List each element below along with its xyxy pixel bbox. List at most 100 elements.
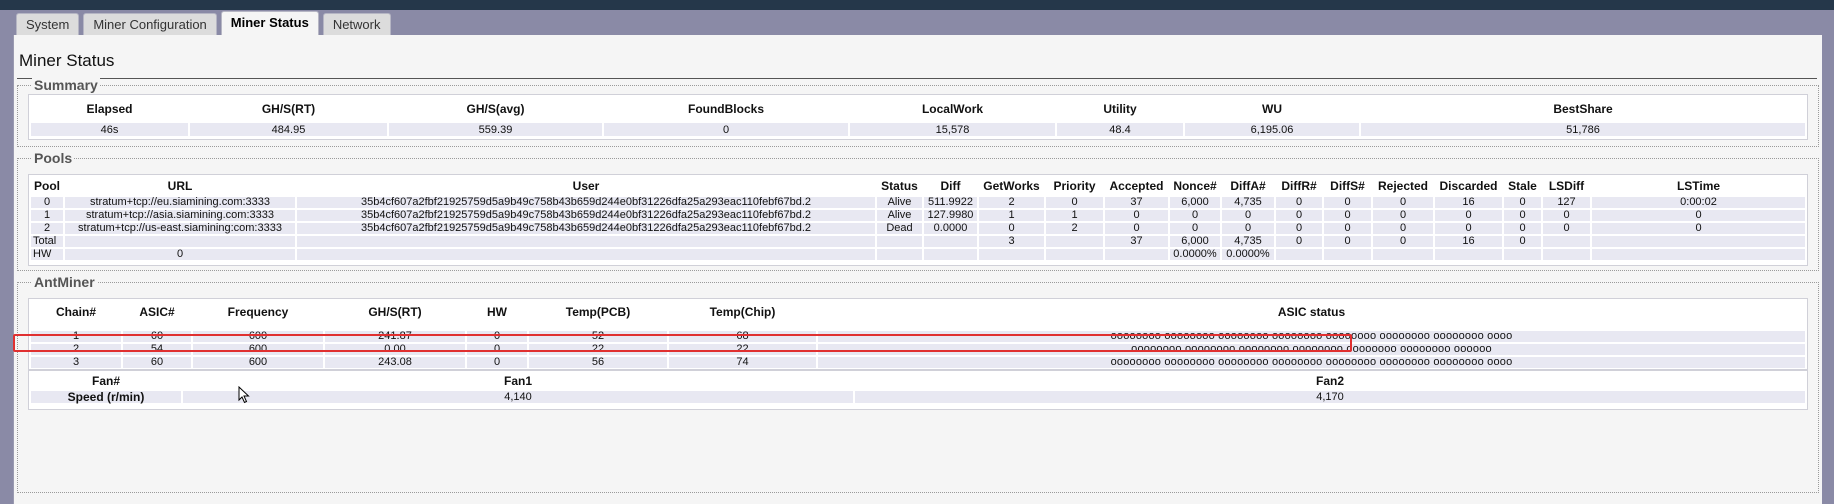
summary-table: Elapsed GH/S(RT) GH/S(avg) FoundBlocks L… — [29, 95, 1807, 138]
antminer-table-box: Chain# ASIC# Frequency GH/S(RT) HW Temp(PCB) T… — [13, 298, 1808, 370]
fan-header: Fan1 — [503, 374, 532, 388]
chain-cell: 600 — [193, 331, 323, 342]
chain-cell: 241.87 — [325, 331, 465, 342]
summary-value: 15,578 — [850, 123, 1055, 136]
pool-cell: 0 — [1170, 223, 1220, 234]
pool-cell: 0 — [1435, 210, 1502, 221]
pool-cell — [1543, 236, 1590, 247]
mouse-cursor-icon — [238, 386, 250, 404]
pool-cell — [297, 249, 875, 260]
pool-cell: 0 — [1105, 210, 1168, 221]
chain-cell: 52 — [529, 331, 667, 342]
pools-header: User — [572, 179, 600, 193]
pool-cell: 0 — [1324, 210, 1371, 221]
pool-cell: 0 — [1276, 223, 1322, 234]
pools-header: Accepted — [1109, 179, 1164, 193]
pool-cell — [1046, 236, 1103, 247]
summary-value: 48.4 — [1057, 123, 1183, 136]
pools-header: Nonce# — [1173, 179, 1217, 193]
pool-cell: 0 — [1373, 223, 1433, 234]
pool-cell: 3 — [979, 236, 1044, 247]
summary-header: Elapsed — [86, 102, 133, 116]
pool-cell: 37 — [1105, 236, 1168, 247]
pool-cell — [1592, 249, 1805, 260]
pool-cell: 0 — [1170, 210, 1220, 221]
pools-header: Priority — [1053, 179, 1096, 193]
pool-cell — [924, 236, 977, 247]
pool-cell — [1046, 249, 1103, 260]
asic-status-cell: oooooooo oooooooo oooooooo oooooooo oooo… — [818, 357, 1805, 368]
antminer-legend: AntMiner — [32, 274, 97, 290]
pool-row: Total 3 37 6,000 4,735 0 0 0 16 0 — [31, 236, 1805, 247]
chain-cell: 22 — [529, 344, 667, 355]
chain-cell: 2 — [31, 344, 121, 355]
pool-cell: 511.9922 — [924, 197, 977, 208]
tab-miner-status[interactable]: Miner Status — [220, 11, 319, 35]
asic-status-cell: oooooooo oooooooo oooooooo oooooooo oooo… — [818, 331, 1805, 342]
pool-cell: 0 — [1276, 210, 1322, 221]
tab-miner-configuration[interactable]: Miner Configuration — [83, 13, 217, 35]
antminer-header: HW — [487, 305, 507, 319]
pool-row: 1 stratum+tcp://asia.siamining.com:3333 35… — [31, 210, 1805, 221]
antminer-section: AntMiner Chain# ASIC# Frequency GH/S(RT) HW T… — [13, 274, 1819, 493]
pool-cell: 0 — [1435, 223, 1502, 234]
chain-cell: 68 — [669, 331, 816, 342]
content-panel: Miner Status Summary Elapsed GH/S(RT) GH… — [13, 35, 1822, 504]
pool-cell: 0 — [1592, 223, 1805, 234]
antminer-header: GH/S(RT) — [368, 305, 422, 319]
pool-cell: 4,735 — [1222, 197, 1274, 208]
pool-cell: 0 — [1592, 210, 1805, 221]
chain-cell: 0 — [467, 357, 527, 368]
pools-table: Pool URL User Status Diff GetWorks Priority Acc… — [29, 175, 1807, 262]
pool-cell: 0 — [1504, 197, 1541, 208]
pool-cell: 0 — [1324, 197, 1371, 208]
antminer-header: Frequency — [227, 305, 289, 319]
summary-header: GH/S(avg) — [466, 102, 525, 116]
pool-cell: 0 — [1222, 223, 1274, 234]
pools-header: DiffS# — [1330, 179, 1365, 193]
chain-cell: 54 — [123, 344, 191, 355]
pools-header: Stale — [1508, 179, 1537, 193]
summary-value: 559.39 — [389, 123, 602, 136]
fan-header-row: Fan# Fan1 Fan2 — [31, 373, 1805, 389]
pool-cell — [1592, 236, 1805, 247]
pools-header: DiffR# — [1281, 179, 1317, 193]
tab-system[interactable]: System — [16, 13, 80, 35]
pool-cell: 35b4cf607a2fbf21925759d5a9b49c758b43b659… — [297, 223, 875, 234]
summary-value: 0 — [604, 123, 848, 136]
pools-header: DiffA# — [1230, 179, 1266, 193]
pool-cell: stratum+tcp://us-east.siamining:com:3333 — [65, 223, 295, 234]
pool-cell: 1 — [31, 210, 63, 221]
antminer-header: Temp(Chip) — [709, 305, 776, 319]
antminer-spacer-row — [31, 325, 1805, 329]
summary-value: 46s — [31, 123, 188, 136]
pool-cell: 0 — [1222, 210, 1274, 221]
pool-cell — [877, 249, 922, 260]
pools-header: URL — [167, 179, 193, 193]
summary-value-row: 46s 484.95 559.39 0 15,578 48.4 6,195.06… — [31, 123, 1805, 136]
chain-cell: 60 — [123, 357, 191, 368]
pools-legend: Pools — [32, 150, 75, 166]
pool-cell — [297, 236, 875, 247]
pool-cell — [1543, 249, 1590, 260]
chain-cell: 600 — [193, 357, 323, 368]
pool-cell: Dead — [877, 223, 922, 234]
chain-cell: 3 — [31, 357, 121, 368]
antminer-header: ASIC# — [139, 305, 175, 319]
pools-header: Diff — [940, 179, 961, 193]
chain-cell: 1 — [31, 331, 121, 342]
summary-value: 51,786 — [1361, 123, 1805, 136]
summary-header: LocalWork — [921, 102, 984, 116]
tab-network[interactable]: Network — [322, 13, 391, 35]
tab-bar: System Miner Configuration Miner Status … — [16, 11, 391, 35]
pool-cell: stratum+tcp://eu.siamining.com:3333 — [65, 197, 295, 208]
pool-cell: 0 — [65, 249, 295, 260]
pool-cell: 6,000 — [1170, 236, 1220, 247]
pool-cell: 0 — [1373, 197, 1433, 208]
pool-cell: 127.9980 — [924, 210, 977, 221]
pool-cell: 0 — [1105, 223, 1168, 234]
pool-cell: 6,000 — [1170, 197, 1220, 208]
chain-cell: 0 — [467, 331, 527, 342]
chain-cell: 243.08 — [325, 357, 465, 368]
pool-row: HW 0 0.0000% 0.0000% — [31, 249, 1805, 260]
